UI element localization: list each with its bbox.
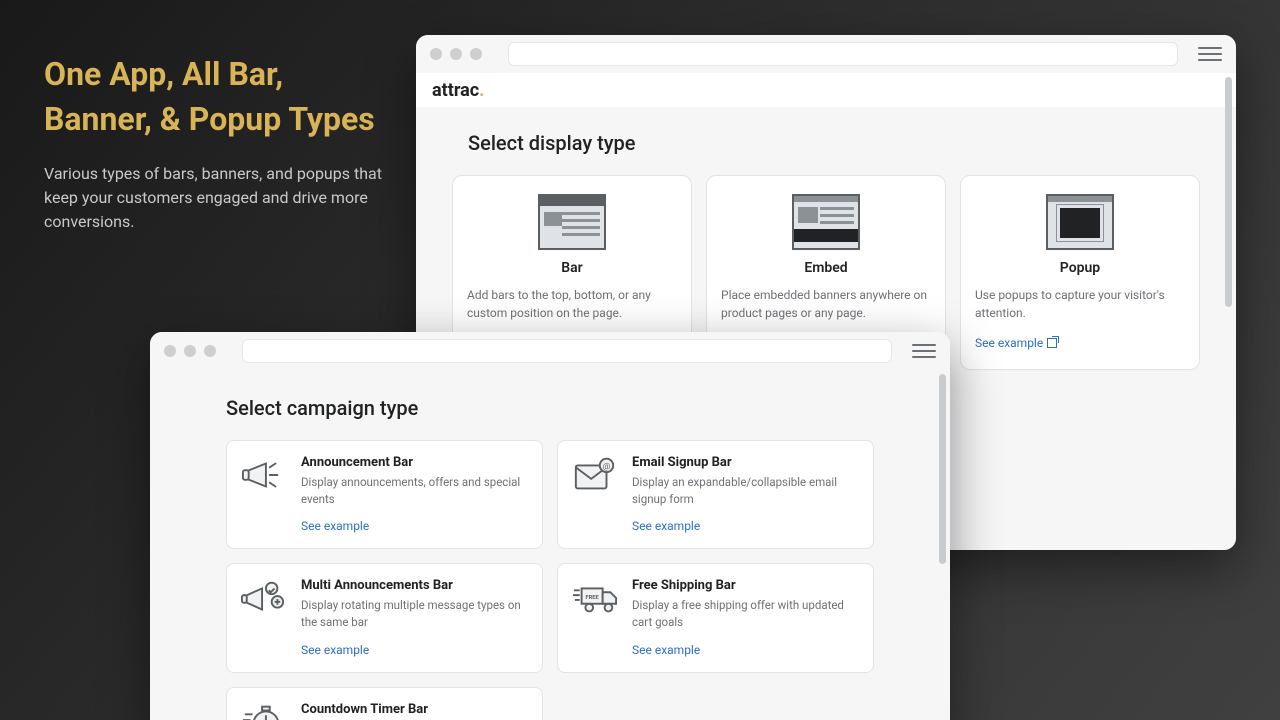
see-example-link[interactable]: See example (975, 336, 1057, 350)
see-example-link[interactable]: See example (632, 643, 700, 657)
traffic-lights (164, 345, 216, 357)
marketing-headline: One App, All Bar, Banner, & Popup Types (44, 52, 384, 142)
display-card-popup[interactable]: Popup Use popups to capture your visitor… (960, 175, 1200, 370)
brand-dot: . (479, 80, 484, 101)
titlebar (416, 35, 1236, 73)
external-link-icon (1047, 338, 1057, 348)
card-title: Popup (975, 260, 1185, 276)
card-desc: Display an expandable/collapsible email … (632, 474, 859, 507)
see-example-link[interactable]: See example (301, 643, 369, 657)
see-example-link[interactable]: See example (301, 519, 369, 533)
embed-illustration (792, 194, 860, 250)
card-title: Countdown Timer Bar (301, 702, 528, 717)
card-title: Embed (721, 260, 931, 276)
envelope-at-icon: @ (572, 455, 618, 495)
card-desc: Display rotating multiple message types … (301, 597, 528, 630)
svg-text:FREE: FREE (585, 595, 599, 601)
card-desc: Display announcements, offers and specia… (301, 474, 528, 507)
card-desc: Place embedded banners anywhere on produ… (721, 286, 931, 322)
marketing-subtitle: Various types of bars, banners, and popu… (44, 162, 384, 234)
window-zoom-dot[interactable] (204, 345, 216, 357)
card-title: Multi Announcements Bar (301, 578, 528, 593)
card-title: Bar (467, 260, 677, 276)
campaign-card-free-shipping[interactable]: FREE Free Shipping Bar Display a free sh… (557, 563, 874, 672)
card-title: Free Shipping Bar (632, 578, 859, 593)
section-title-campaign-type: Select campaign type (226, 396, 874, 420)
campaign-card-countdown-timer[interactable]: Countdown Timer Bar Display announcement… (226, 687, 543, 720)
url-bar[interactable] (508, 42, 1178, 66)
menu-icon[interactable] (1198, 45, 1222, 63)
window-zoom-dot[interactable] (470, 48, 482, 60)
bar-illustration (538, 194, 606, 250)
svg-text:@: @ (603, 462, 611, 472)
card-title: Announcement Bar (301, 455, 528, 470)
megaphone-icon (241, 455, 287, 495)
url-bar[interactable] (242, 339, 892, 363)
card-desc: Add bars to the top, bottom, or any cust… (467, 286, 677, 322)
megaphone-bubbles-icon (241, 578, 287, 618)
brand-name: attrac (432, 80, 479, 101)
window-close-dot[interactable] (164, 345, 176, 357)
campaign-card-email-signup[interactable]: @ Email Signup Bar Display an expandable… (557, 440, 874, 549)
section-title-display-type: Select display type (468, 131, 1200, 155)
see-example-link[interactable]: See example (632, 519, 700, 533)
stopwatch-icon (241, 702, 287, 720)
popup-illustration (1046, 194, 1114, 250)
truck-free-icon: FREE (572, 578, 618, 618)
brand-bar: attrac. (416, 73, 1236, 107)
card-desc: Display a free shipping offer with updat… (632, 597, 859, 630)
titlebar (150, 332, 950, 370)
window-minimize-dot[interactable] (184, 345, 196, 357)
card-desc: Use popups to capture your visitor's att… (975, 286, 1185, 322)
card-title: Email Signup Bar (632, 455, 859, 470)
scrollbar[interactable] (939, 374, 946, 564)
scrollbar[interactable] (1225, 77, 1232, 307)
traffic-lights (430, 48, 482, 60)
window-close-dot[interactable] (430, 48, 442, 60)
campaign-card-announcement[interactable]: Announcement Bar Display announcements, … (226, 440, 543, 549)
browser-window-campaign-types: Select campaign type Announcement Bar Di… (150, 332, 950, 720)
menu-icon[interactable] (912, 342, 936, 360)
campaign-card-multi-announcements[interactable]: Multi Announcements Bar Display rotating… (226, 563, 543, 672)
window-minimize-dot[interactable] (450, 48, 462, 60)
